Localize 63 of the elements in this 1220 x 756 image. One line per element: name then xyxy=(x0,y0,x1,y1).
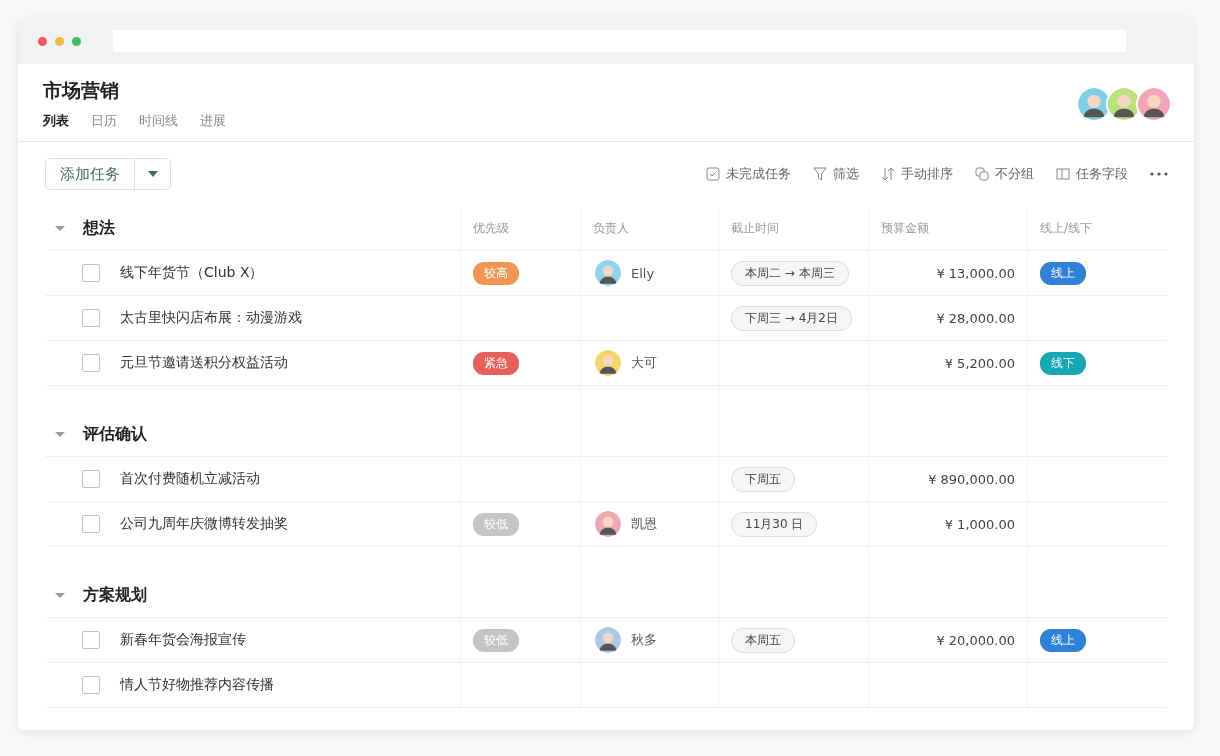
assignee-name: 大可 xyxy=(631,354,657,372)
more-icon xyxy=(1150,172,1168,176)
task-name[interactable]: 元旦节邀请送积分权益活动 xyxy=(120,354,288,372)
task-checkbox[interactable] xyxy=(82,470,100,488)
columns-icon xyxy=(1056,167,1070,181)
task-name[interactable]: 情人节好物推荐内容传播 xyxy=(120,676,274,694)
add-task-split-button[interactable]: 添加任务 xyxy=(45,158,171,190)
budget-amount: ¥ 28,000.00 xyxy=(936,310,1015,326)
group-title: 评估确认 xyxy=(83,423,147,445)
caret-icon xyxy=(147,171,158,177)
maximize-dot[interactable] xyxy=(72,36,81,46)
assignee-name: 秋多 xyxy=(631,631,657,649)
assignee-name: Elly xyxy=(631,265,655,281)
task-checkbox[interactable] xyxy=(82,515,100,533)
priority-tag: 较高 xyxy=(473,261,519,285)
toolbar-button[interactable]: 手动排序 xyxy=(881,165,953,183)
priority-tag: 紧急 xyxy=(473,351,519,375)
toolbar-button[interactable]: 筛选 xyxy=(813,165,859,183)
group-title: 方案规划 xyxy=(83,584,147,606)
copy-icon xyxy=(975,167,989,181)
view-tab[interactable]: 时间线 xyxy=(139,112,178,130)
budget-amount: ¥ 13,000.00 xyxy=(936,265,1015,281)
budget-amount: ¥ 20,000.00 xyxy=(936,632,1015,648)
deadline-tag[interactable]: 下周五 xyxy=(731,466,795,492)
filter-icon xyxy=(813,167,827,181)
task-checkbox[interactable] xyxy=(82,676,100,694)
task-checkbox[interactable] xyxy=(82,264,100,282)
close-dot[interactable] xyxy=(38,36,47,46)
task-name[interactable]: 新春年货会海报宣传 xyxy=(120,631,246,649)
task-name[interactable]: 首次付费随机立减活动 xyxy=(120,470,260,488)
collapse-caret-icon[interactable] xyxy=(55,223,65,233)
task-checkbox[interactable] xyxy=(82,631,100,649)
task-name[interactable]: 太古里快闪店布展：动漫游戏 xyxy=(120,309,302,327)
toolbar-button[interactable]: 未完成任务 xyxy=(706,165,791,183)
channel-tag: 线上 xyxy=(1040,628,1086,652)
channel-tag: 线下 xyxy=(1040,351,1086,375)
checkbox-icon xyxy=(706,167,720,181)
dropdown-button[interactable] xyxy=(134,159,170,189)
project-title: 市场营销 xyxy=(43,78,120,103)
task-checkbox[interactable] xyxy=(82,309,100,327)
toolbar-button[interactable]: 不分组 xyxy=(975,165,1034,183)
more-button[interactable] xyxy=(1150,172,1168,176)
view-tab[interactable]: 列表 xyxy=(43,112,69,130)
toolbar-button[interactable]: 任务字段 xyxy=(1056,165,1128,183)
task-name[interactable]: 线下年货节（Club X） xyxy=(120,264,264,282)
view-tab[interactable]: 进展 xyxy=(200,112,226,130)
task-name[interactable]: 公司九周年庆微博转发抽奖 xyxy=(120,515,288,533)
view-tab[interactable]: 日历 xyxy=(91,112,117,130)
assignee-name: 凯恩 xyxy=(631,515,657,533)
group-title: 想法 xyxy=(83,217,115,239)
collapse-caret-icon[interactable] xyxy=(55,429,65,439)
channel-tag: 线上 xyxy=(1040,261,1086,285)
task-checkbox[interactable] xyxy=(82,354,100,372)
budget-amount: ¥ 5,200.00 xyxy=(944,355,1015,371)
deadline-tag[interactable]: 本周五 xyxy=(731,627,795,653)
sort-icon xyxy=(881,167,895,181)
budget-amount: ¥ 890,000.00 xyxy=(928,471,1015,487)
deadline-tag[interactable]: 本周二 → 本周三 xyxy=(731,260,849,286)
budget-amount: ¥ 1,000.00 xyxy=(944,516,1015,532)
collapse-caret-icon[interactable] xyxy=(55,590,65,600)
deadline-tag[interactable]: 11月30 日 xyxy=(731,511,818,537)
minimize-dot[interactable] xyxy=(55,36,64,46)
deadline-tag[interactable]: 下周三 → 4月2日 xyxy=(731,305,852,331)
